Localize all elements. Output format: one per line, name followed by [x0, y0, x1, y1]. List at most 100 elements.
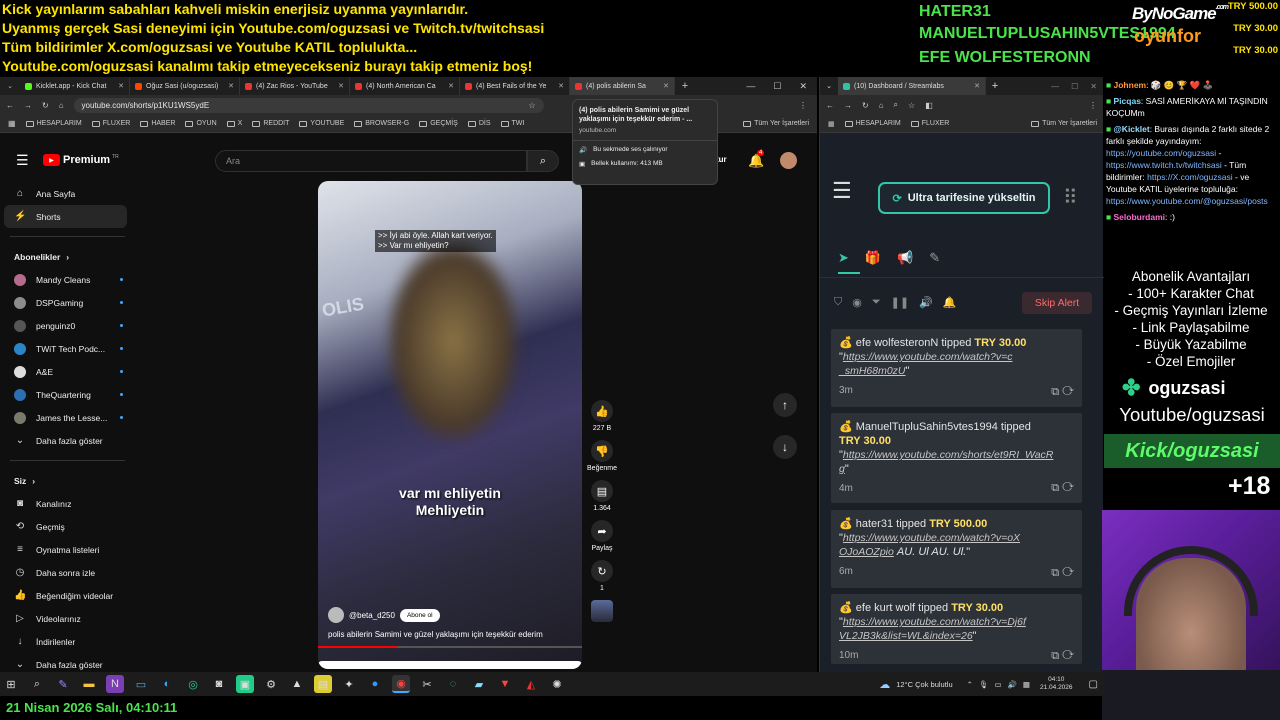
volume-icon[interactable]: 🔊	[919, 296, 933, 309]
new-tab-icon[interactable]: +	[986, 80, 1004, 92]
tab-north-american[interactable]: (4) North American Ca ✕	[350, 77, 460, 95]
tab-menu-icon[interactable]: ⌄	[0, 82, 20, 90]
close-icon[interactable]: ✕	[974, 82, 980, 90]
close-icon[interactable]: ✕	[228, 82, 234, 90]
sub-twit[interactable]: TWiT Tech Podc...	[0, 337, 135, 360]
app-icon[interactable]: ✂	[418, 675, 436, 693]
onenote-icon[interactable]: N	[106, 675, 124, 693]
app-icon[interactable]: ●	[366, 675, 384, 693]
start-icon[interactable]: ⊞	[2, 675, 20, 693]
audio-thumbnail[interactable]	[591, 600, 613, 622]
bookmark-fluxer[interactable]: FLUXER	[910, 120, 949, 127]
replay-icon[interactable]: ⟳	[1062, 482, 1074, 494]
youtube-logo[interactable]: ▶ Premium TR	[43, 154, 119, 166]
sidebar-item-playlists[interactable]: ≡ Oynatma listeleri	[0, 538, 135, 561]
chat-link[interactable]: https://X.com/oguzsasi	[1147, 172, 1233, 182]
folder-icon[interactable]: ▬	[80, 675, 98, 693]
maximize-icon[interactable]: ☐	[1071, 82, 1078, 91]
mic-icon[interactable]: 🎙	[979, 680, 989, 689]
tab-streamlabs[interactable]: (10) Dashboard / Streamlabs ✕	[838, 77, 986, 95]
comments-button[interactable]: ▤ 1.364	[587, 480, 617, 512]
megaphone-icon[interactable]: 📢	[897, 250, 913, 266]
search-icon[interactable]: ⌕	[527, 150, 559, 172]
sidebar-item-channel[interactable]: ◙ Kanalınız	[0, 492, 135, 515]
weather-label[interactable]: 12°C Çok bulutlu	[896, 680, 952, 689]
filter-icon[interactable]: ⏷	[872, 296, 881, 309]
home-icon[interactable]: ⌂	[59, 101, 64, 110]
minimize-icon[interactable]: —	[746, 81, 755, 92]
shield-icon[interactable]: ⛉	[834, 296, 842, 309]
hamburger-icon[interactable]: ☰	[16, 152, 29, 169]
app-icon[interactable]: ▣	[236, 675, 254, 693]
skip-alert-button[interactable]: Skip Alert	[1022, 292, 1092, 314]
bookmark-youtube[interactable]: YOUTUBE	[299, 120, 344, 127]
search-input[interactable]: Ara	[215, 150, 527, 172]
sub-dspgaming[interactable]: DSPGaming	[0, 291, 135, 314]
bookmark-twi[interactable]: TWI	[500, 120, 524, 127]
sub-thequartering[interactable]: TheQuartering	[0, 383, 135, 406]
send-icon[interactable]: ➤	[838, 250, 849, 266]
sub-mandy-cleans[interactable]: Mandy Cleans	[0, 268, 135, 291]
subscribe-button[interactable]: Abone ol	[399, 608, 440, 622]
close-icon[interactable]: ✕	[448, 82, 454, 90]
pause-icon[interactable]: ❚❚	[891, 296, 909, 309]
close-icon[interactable]: ✕	[663, 82, 669, 90]
replay-icon[interactable]: ⟳	[1062, 650, 1074, 662]
bookmark-oyun[interactable]: OYUN	[185, 120, 217, 127]
hamburger-icon[interactable]: ☰	[832, 180, 852, 202]
tab-kicklet[interactable]: Kicklet.app - Kick Chat ✕	[20, 77, 130, 95]
all-bookmarks[interactable]: Tüm Yer İşaretleri	[743, 120, 809, 127]
tab-best-fails[interactable]: (4) Best Fails of the Ye ✕	[460, 77, 570, 95]
bookmark-gecmis[interactable]: GEÇMİŞ	[419, 120, 458, 127]
maximize-icon[interactable]: ☐	[773, 81, 781, 92]
like-button[interactable]: 👍 227 B	[587, 400, 617, 432]
bookmark-browser-g[interactable]: BROWSER-G	[354, 120, 409, 127]
arrow-down-icon[interactable]: ↓	[773, 435, 797, 459]
close-icon[interactable]: ✕	[558, 82, 564, 90]
tab-zac[interactable]: (4) Zac Rios - YouTube ✕	[240, 77, 350, 95]
app-icon[interactable]: ◐	[158, 675, 176, 693]
chatgpt-icon[interactable]: ✺	[548, 675, 566, 693]
show-more-subs[interactable]: ⌄ Daha fazla göster	[0, 429, 135, 452]
app-icon[interactable]: ▰	[470, 675, 488, 693]
all-bookmarks[interactable]: Tüm Yer İşaretleri	[1031, 120, 1097, 127]
pen-app-icon[interactable]: ✎	[54, 675, 72, 693]
close-window-icon[interactable]: ✕	[799, 81, 807, 92]
sidebar-item-history[interactable]: ⟲ Geçmiş	[0, 515, 135, 538]
bookmark-fluxer[interactable]: FLUXER	[91, 120, 130, 127]
notification-icon[interactable]: ▢	[1089, 679, 1098, 690]
sidebar-item-downloads[interactable]: ↓ İndirilenler	[0, 630, 135, 653]
channel-avatar[interactable]	[328, 607, 344, 623]
eye-icon[interactable]: ◉	[852, 296, 862, 309]
alert-link[interactable]: https://www.youtube.com/watch?v=Dj6fVL2J…	[839, 616, 1026, 642]
bookmark-reddit[interactable]: REDDIT	[252, 120, 289, 127]
bookmark-hesaplarim[interactable]: HESAPLARIM	[25, 120, 82, 127]
sub-ae[interactable]: A&E	[0, 360, 135, 383]
back-icon[interactable]: ←	[6, 101, 14, 110]
copy-icon[interactable]: ⧉	[1051, 650, 1059, 662]
apps-icon[interactable]: ▦	[828, 120, 835, 128]
copy-icon[interactable]: ⧉	[1051, 386, 1059, 398]
weather-icon[interactable]: ☁	[879, 678, 890, 691]
address-field[interactable]: youtube.com/shorts/p1KU1WS5ydE ☆	[73, 97, 544, 113]
sidebar-item-home[interactable]: ⌂ Ana Sayfa	[0, 182, 135, 205]
share-button[interactable]: ➦ Paylaş	[587, 520, 617, 552]
new-tab-icon[interactable]: +	[675, 80, 695, 92]
settings-icon[interactable]: ⚙	[262, 675, 280, 693]
alert-link[interactable]: https://www.youtube.com/watch?v=c_smH68m…	[839, 351, 1012, 377]
arrow-up-icon[interactable]: ↑	[773, 393, 797, 417]
sub-james[interactable]: James the Lesse...	[0, 406, 135, 429]
chat-link[interactable]: https://www.twitch.tv/twitchsasi	[1106, 160, 1222, 170]
tab-polis[interactable]: (4) polis abilerin Sa ✕	[570, 77, 675, 95]
dislike-button[interactable]: 👎 Beğenme	[587, 440, 617, 472]
copy-icon[interactable]: ⧉	[1051, 567, 1059, 579]
app-icon[interactable]: ◌	[444, 675, 462, 693]
triangle-app-icon[interactable]: ▲	[288, 675, 306, 693]
upgrade-button[interactable]: ⟳ Ultra tarifesine yükseltin	[878, 182, 1050, 214]
bookmark-hesaplarim[interactable]: HESAPLARIM	[844, 120, 901, 127]
menu-dots-icon[interactable]: ⋮	[1089, 101, 1097, 110]
remix-button[interactable]: ↻ 1	[587, 560, 617, 592]
extensions-icon[interactable]: ◧	[925, 101, 933, 110]
vivaldi-icon[interactable]: ▼	[496, 675, 514, 693]
star-icon[interactable]: ☆	[528, 101, 535, 110]
